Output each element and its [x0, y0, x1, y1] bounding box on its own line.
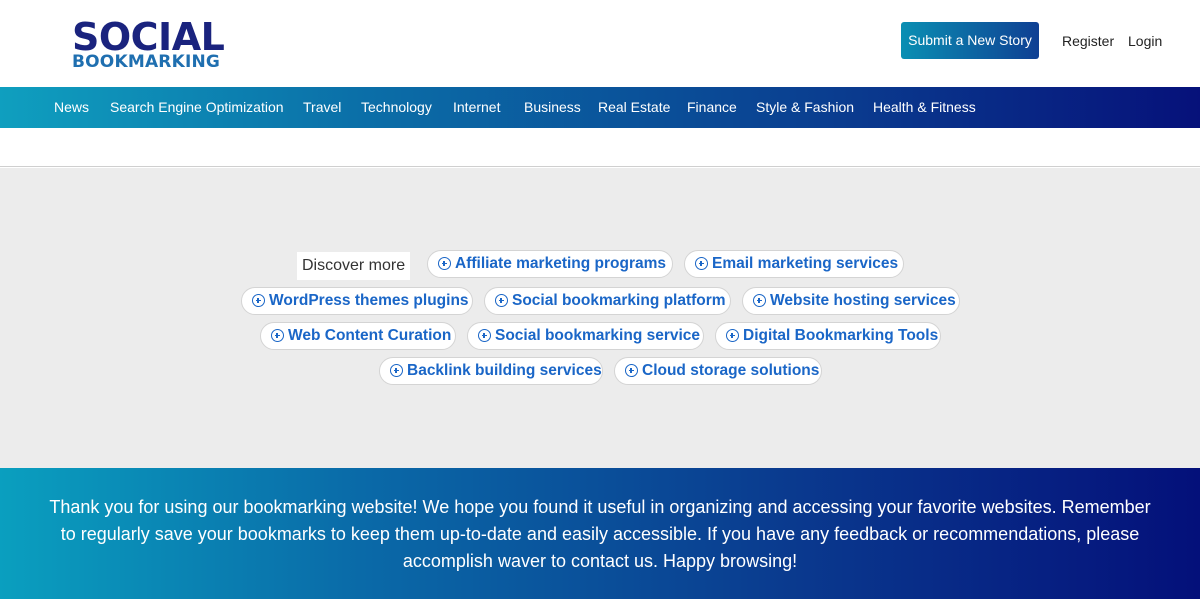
chip-web-content-curation[interactable]: Web Content Curation: [260, 322, 456, 350]
register-link[interactable]: Register: [1062, 32, 1114, 50]
nav-item-seo[interactable]: Search Engine Optimization: [110, 87, 284, 128]
nav-item-style-fashion[interactable]: Style & Fashion: [756, 87, 854, 128]
chip-affiliate-marketing[interactable]: Affiliate marketing programs: [427, 250, 673, 278]
chip-digital-bookmarking-tools[interactable]: Digital Bookmarking Tools: [715, 322, 941, 350]
chip-label: Social bookmarking service: [495, 327, 701, 344]
plus-circle-icon: [252, 294, 265, 307]
logo-text-social: SOCIAL: [72, 15, 225, 59]
chip-social-bookmarking-platform[interactable]: Social bookmarking platform: [484, 287, 731, 315]
nav-item-travel[interactable]: Travel: [303, 87, 341, 128]
plus-circle-icon: [390, 364, 403, 377]
chip-label: Backlink building services: [407, 362, 602, 379]
login-link[interactable]: Login: [1128, 32, 1162, 50]
plus-circle-icon: [625, 364, 638, 377]
chip-label: Affiliate marketing programs: [455, 255, 667, 272]
content-spacer: [0, 128, 1200, 167]
chip-label: Website hosting services: [770, 292, 956, 309]
discover-more-section: [0, 168, 1200, 468]
submit-story-button[interactable]: Submit a New Story: [901, 22, 1039, 59]
nav-item-health-fitness[interactable]: Health & Fitness: [873, 87, 976, 128]
chip-label: Social bookmarking platform: [512, 292, 726, 309]
chip-website-hosting[interactable]: Website hosting services: [742, 287, 960, 315]
nav-item-internet[interactable]: Internet: [453, 87, 500, 128]
logo-text-bookmarking: BOOKMARKING: [72, 52, 221, 72]
footer-message: Thank you for using our bookmarking webs…: [49, 497, 1151, 571]
nav-item-technology[interactable]: Technology: [361, 87, 432, 128]
plus-circle-icon: [271, 329, 284, 342]
chip-wordpress-themes[interactable]: WordPress themes plugins: [241, 287, 473, 315]
plus-circle-icon: [478, 329, 491, 342]
chip-label: WordPress themes plugins: [269, 292, 469, 309]
chip-backlink-building[interactable]: Backlink building services: [379, 357, 603, 385]
chip-email-marketing[interactable]: Email marketing services: [684, 250, 904, 278]
plus-circle-icon: [438, 257, 451, 270]
category-nav: News Search Engine Optimization Travel T…: [0, 87, 1200, 128]
nav-item-business[interactable]: Business: [524, 87, 581, 128]
chip-social-bookmarking-service[interactable]: Social bookmarking service: [467, 322, 704, 350]
nav-item-news[interactable]: News: [54, 87, 89, 128]
chip-cloud-storage[interactable]: Cloud storage solutions: [614, 357, 822, 385]
chip-label: Web Content Curation: [288, 327, 452, 344]
plus-circle-icon: [753, 294, 766, 307]
plus-circle-icon: [495, 294, 508, 307]
chip-label: Cloud storage solutions: [642, 362, 820, 379]
nav-item-real-estate[interactable]: Real Estate: [598, 87, 670, 128]
nav-item-finance[interactable]: Finance: [687, 87, 737, 128]
chip-label: Digital Bookmarking Tools: [743, 327, 939, 344]
site-footer: Thank you for using our bookmarking webs…: [0, 468, 1200, 599]
site-header: SOCIAL BOOKMARKING Submit a New Story Re…: [0, 0, 1200, 87]
site-logo[interactable]: SOCIAL BOOKMARKING: [72, 15, 225, 74]
plus-circle-icon: [695, 257, 708, 270]
plus-circle-icon: [726, 329, 739, 342]
chip-label: Email marketing services: [712, 255, 899, 272]
discover-more-label: Discover more: [297, 252, 411, 280]
